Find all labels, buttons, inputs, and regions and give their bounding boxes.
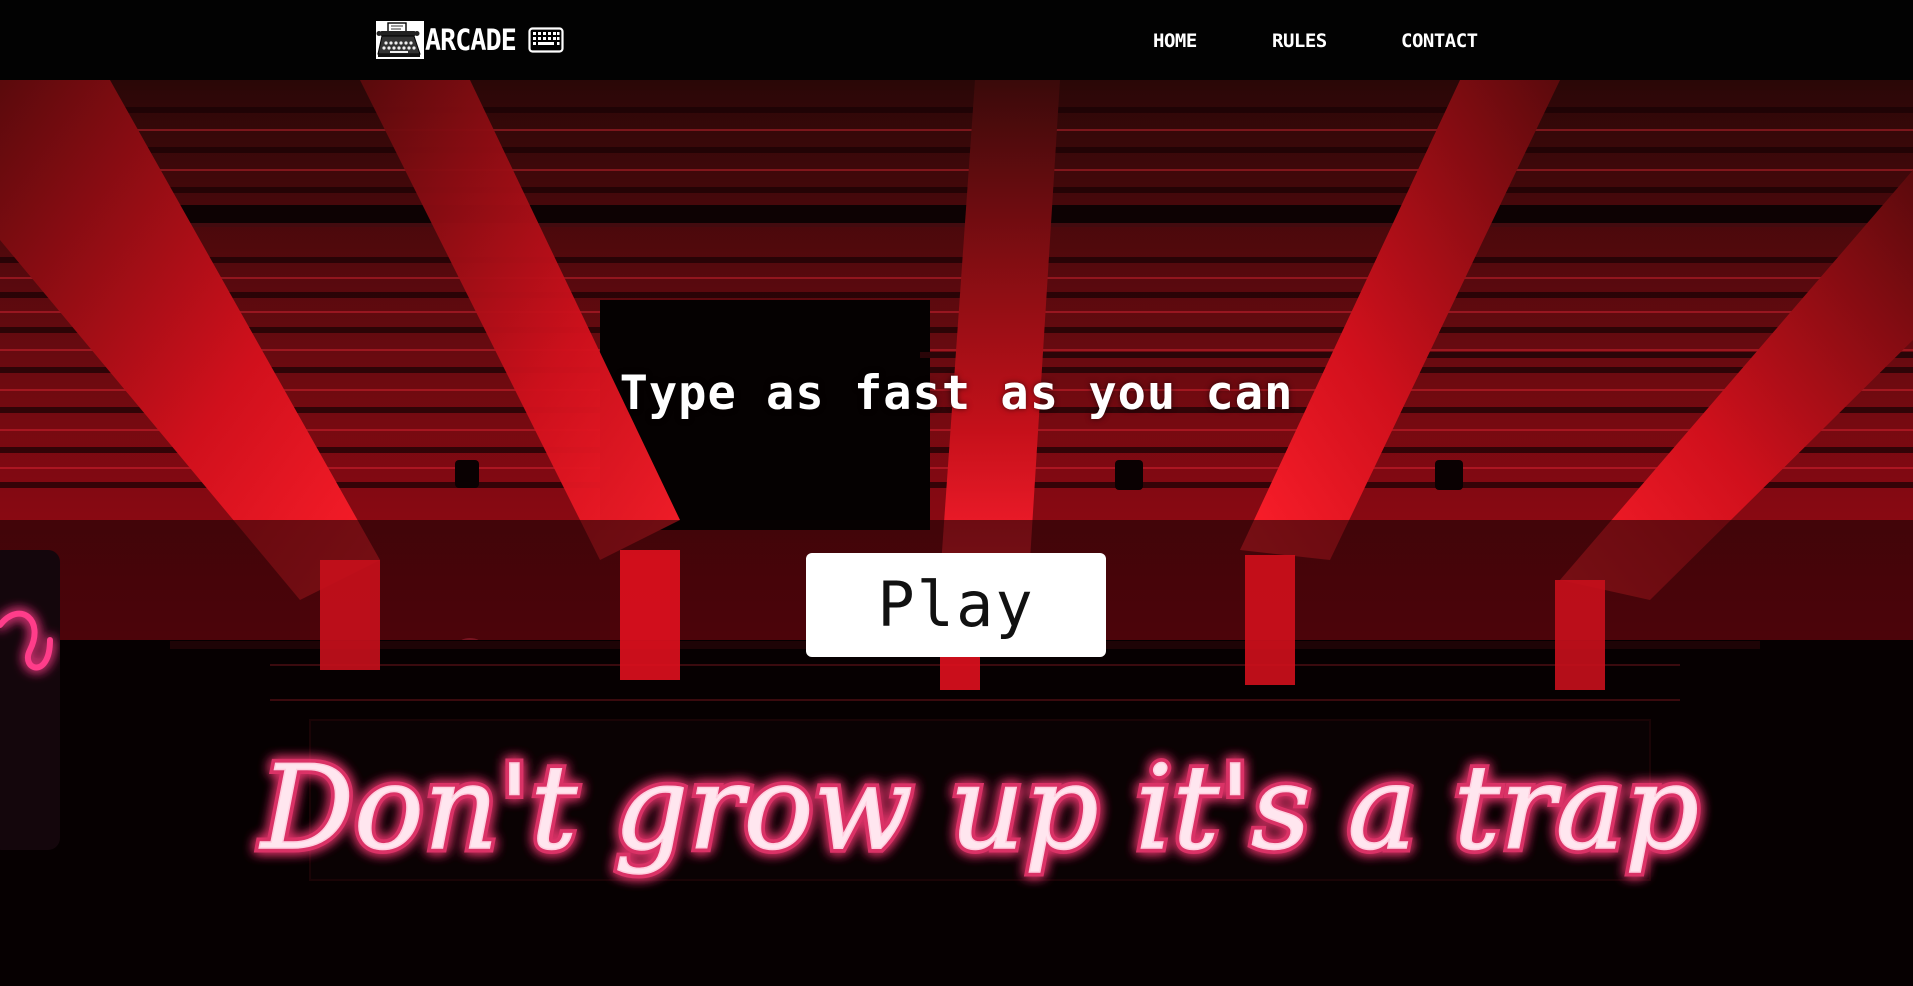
typewriter-icon <box>376 21 424 59</box>
nav-rules-link[interactable]: RULES <box>1272 28 1327 54</box>
play-button[interactable]: Play <box>806 553 1106 657</box>
hero-section: Don't grow up it's a trap Don't grow up … <box>0 80 1913 986</box>
hero-tagline: Type as fast as you can <box>619 366 1294 421</box>
brand-name: ARCADE <box>425 22 517 57</box>
brand[interactable]: ARCADE <box>376 20 564 60</box>
nav-contact-link[interactable]: CONTACT <box>1401 28 1478 54</box>
keyboard-icon <box>528 27 564 53</box>
nav-home-link[interactable]: HOME <box>1153 28 1197 54</box>
navbar: ARCADE HOME RULES CONTACT <box>0 0 1913 80</box>
neon-sign: Don't grow up it's a trap <box>259 741 1699 876</box>
hero-background-image: Don't grow up it's a trap Don't grow up … <box>0 80 1913 986</box>
page: ARCADE HOME RULES CONTACT Don't grow up … <box>0 0 1913 986</box>
